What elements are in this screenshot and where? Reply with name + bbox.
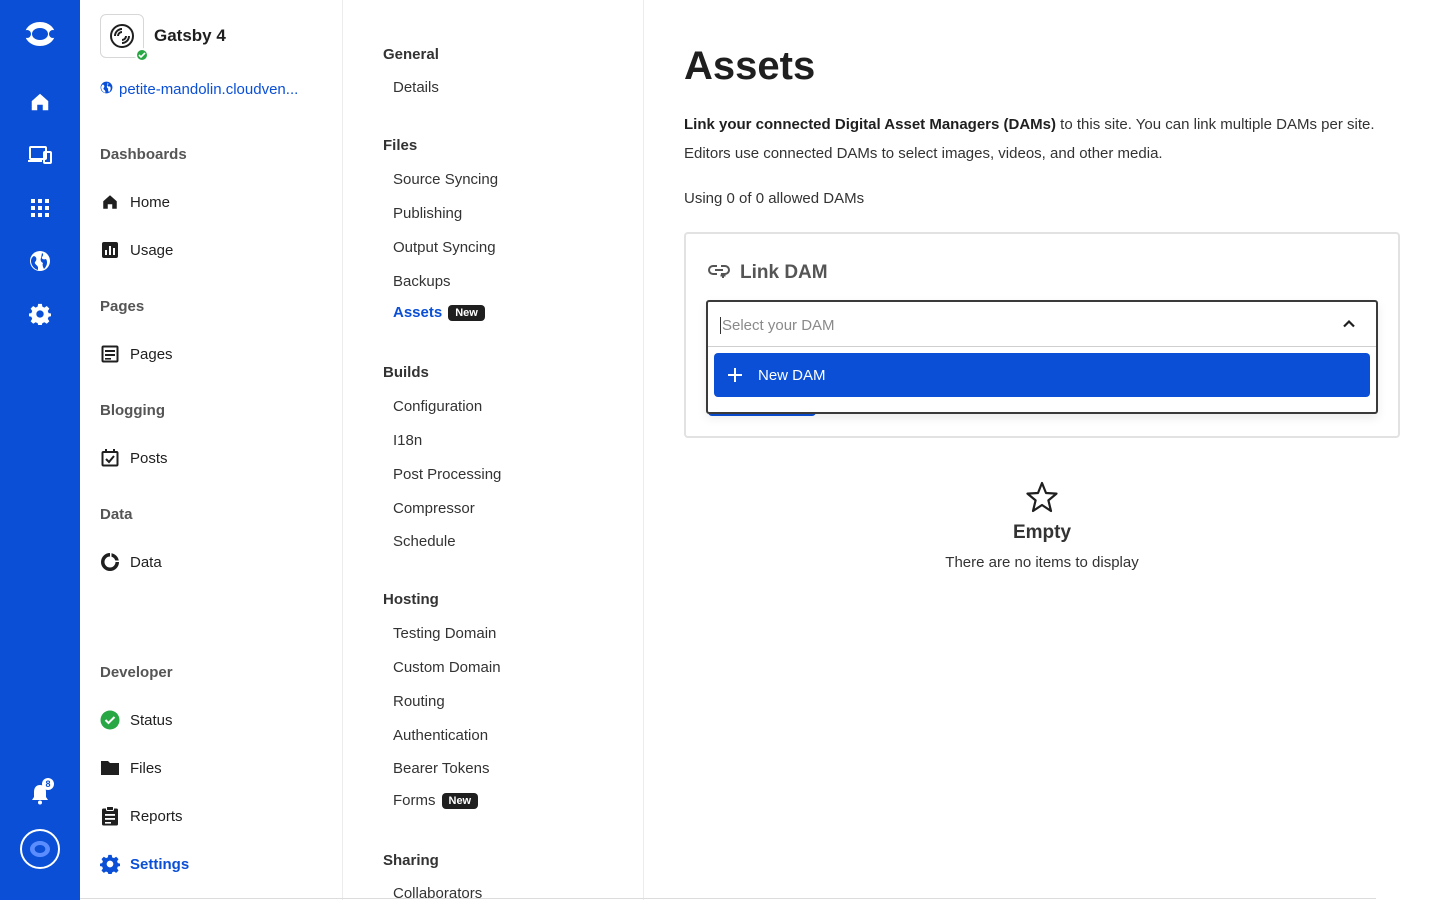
nav-item-usage[interactable]: Usage: [100, 240, 173, 260]
card-title: Link DAM: [740, 262, 828, 283]
submenu-item-testing-domain[interactable]: Testing Domain: [393, 625, 496, 642]
folder-icon: [100, 758, 120, 778]
submenu-heading-general: General: [383, 46, 439, 63]
devices-icon[interactable]: [20, 135, 60, 175]
site-nav: Gatsby 4 petite-mandolin.cloudven... Das…: [80, 0, 342, 900]
submenu-item-authentication[interactable]: Authentication: [393, 727, 488, 744]
dam-select-placeholder: Select your DAM: [720, 317, 835, 334]
nav-item-label: Files: [130, 759, 162, 777]
nav-item-label: Posts: [130, 449, 168, 467]
submenu-item-assets[interactable]: Assets New: [393, 304, 485, 321]
page-icon: [100, 344, 120, 364]
nav-item-status[interactable]: Status: [100, 710, 173, 730]
section-dashboards: Dashboards: [100, 146, 187, 163]
globe-small-icon: [100, 81, 113, 98]
account-avatar-icon[interactable]: [20, 829, 60, 869]
submenu-item-label: Assets: [393, 304, 443, 321]
description-bold: Link your connected Digital Asset Manage…: [684, 116, 1057, 133]
new-badge: New: [448, 304, 485, 321]
nav-item-label: Pages: [130, 345, 173, 363]
plus-icon: [726, 366, 744, 384]
section-developer: Developer: [100, 664, 173, 681]
gear-icon: [100, 854, 120, 874]
dropdown-option-new-dam[interactable]: New DAM: [714, 353, 1370, 397]
submenu-item-publishing[interactable]: Publishing: [393, 205, 462, 222]
site-url-text: petite-mandolin.cloudven...: [119, 81, 299, 98]
apps-grid-icon[interactable]: [20, 188, 60, 228]
option-label: New DAM: [758, 366, 826, 384]
home-icon: [100, 192, 120, 212]
notification-count-badge: 8: [42, 778, 54, 790]
globe-icon[interactable]: [20, 241, 60, 281]
section-blogging: Blogging: [100, 402, 165, 419]
star-icon: [1025, 480, 1059, 514]
settings-submenu: General Details Files Source Syncing Pub…: [342, 0, 644, 900]
dam-usage-text: Using 0 of 0 allowed DAMs: [684, 190, 865, 207]
submenu-item-forms[interactable]: Forms New: [393, 792, 479, 809]
clipboard-icon: [100, 806, 120, 826]
submenu-item-custom-domain[interactable]: Custom Domain: [393, 659, 501, 676]
submenu-item-compressor[interactable]: Compressor: [393, 500, 475, 517]
chevron-up-icon[interactable]: [1340, 315, 1358, 333]
submenu-item-i18n[interactable]: I18n: [393, 432, 422, 449]
submenu-item-details[interactable]: Details: [393, 79, 439, 96]
nav-item-label: Usage: [130, 241, 174, 259]
submenu-item-configuration[interactable]: Configuration: [393, 398, 482, 415]
submenu-heading-builds: Builds: [383, 364, 429, 381]
site-header[interactable]: Gatsby 4: [100, 14, 226, 62]
submenu-heading-hosting: Hosting: [383, 591, 439, 608]
nav-item-label: Home: [130, 193, 171, 211]
empty-description: There are no items to display: [945, 554, 1139, 571]
main-content: Assets Link your connected Digital Asset…: [644, 0, 1440, 900]
check-circle-icon: [100, 710, 120, 730]
calendar-check-icon: [100, 448, 120, 468]
nav-item-reports[interactable]: Reports: [100, 806, 183, 826]
nav-item-data[interactable]: Data: [100, 552, 162, 572]
nav-item-home[interactable]: Home: [100, 192, 170, 212]
submenu-item-bearer-tokens[interactable]: Bearer Tokens: [393, 760, 489, 777]
submenu-item-routing[interactable]: Routing: [393, 693, 445, 710]
gear-icon[interactable]: [20, 294, 60, 334]
nav-item-pages[interactable]: Pages: [100, 344, 173, 364]
site-url-link[interactable]: petite-mandolin.cloudven...: [100, 81, 298, 98]
home-icon[interactable]: [20, 82, 60, 122]
submenu-item-source-syncing[interactable]: Source Syncing: [393, 171, 498, 188]
submenu-item-post-processing[interactable]: Post Processing: [393, 466, 501, 483]
submenu-item-label: Forms: [393, 792, 436, 809]
donut-chart-icon: [100, 552, 120, 572]
submenu-heading-sharing: Sharing: [383, 852, 439, 869]
nav-item-files[interactable]: Files: [100, 758, 162, 778]
page-title: Assets: [684, 44, 816, 88]
empty-title: Empty: [1012, 522, 1072, 543]
link-icon: [708, 262, 730, 284]
card-header: Link DAM: [708, 262, 828, 284]
nav-item-label: Status: [130, 711, 173, 729]
submenu-item-output-syncing[interactable]: Output Syncing: [393, 239, 496, 256]
nav-item-label: Reports: [130, 807, 183, 825]
section-data: Data: [100, 506, 133, 523]
dam-select-dropdown[interactable]: Select your DAM New DAM: [706, 300, 1378, 414]
cloudcannon-logo-icon[interactable]: [20, 14, 60, 54]
submenu-heading-files: Files: [383, 137, 418, 154]
submenu-item-backups[interactable]: Backups: [393, 273, 451, 290]
nav-item-settings[interactable]: Settings: [100, 854, 189, 874]
site-status-check-icon: [135, 48, 149, 62]
site-name: Gatsby 4: [154, 26, 226, 45]
section-pages: Pages: [100, 298, 145, 315]
icon-rail: 8: [0, 0, 80, 900]
nav-item-label: Data: [130, 553, 162, 571]
empty-state: Empty There are no items to display: [884, 480, 1200, 571]
site-logo: [100, 14, 149, 62]
submenu-item-schedule[interactable]: Schedule: [393, 533, 456, 550]
bar-chart-icon: [100, 240, 120, 260]
bell-icon[interactable]: 8: [20, 774, 60, 814]
nav-item-label: Settings: [130, 855, 190, 873]
bottom-divider: [80, 898, 1376, 899]
nav-item-posts[interactable]: Posts: [100, 448, 168, 468]
new-badge: New: [441, 792, 479, 809]
page-description: Link your connected Digital Asset Manage…: [684, 110, 1399, 168]
dam-select-input[interactable]: Select your DAM: [708, 302, 1376, 347]
